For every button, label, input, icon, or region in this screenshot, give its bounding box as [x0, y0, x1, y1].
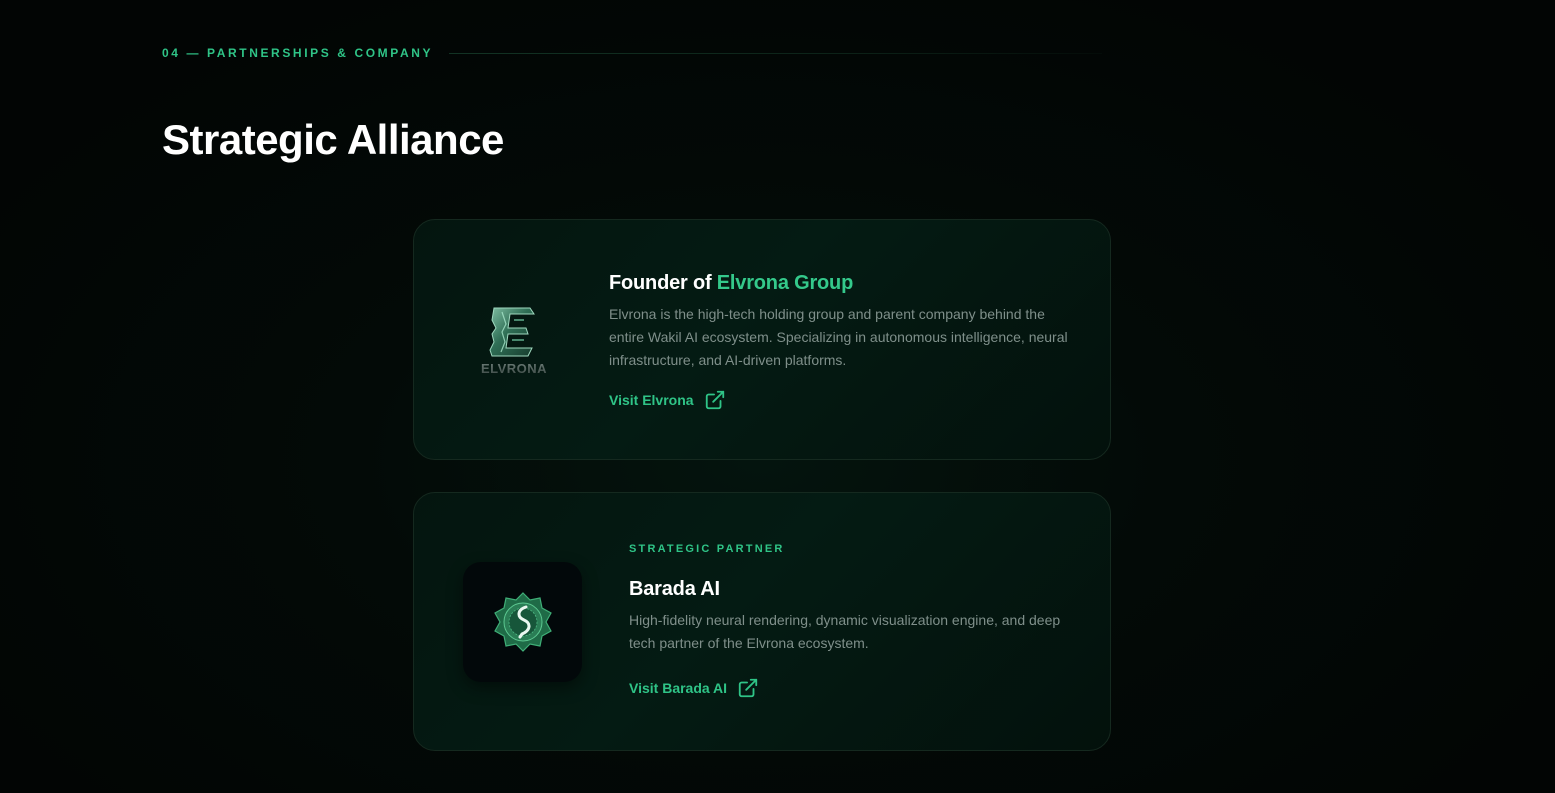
founder-title-prefix: Founder of	[609, 272, 717, 294]
elvrona-logo-wordmark: ELVRONA	[481, 361, 547, 376]
partner-eyebrow: STRATEGIC PARTNER	[629, 543, 785, 555]
section-divider	[449, 52, 1102, 54]
barada-logo	[493, 592, 552, 652]
partner-card-description: High-fidelity neural rendering, dynamic …	[629, 612, 1061, 651]
visit-elvrona-link[interactable]: Visit Elvrona	[609, 389, 726, 411]
founder-card-body: Founder of Elvrona Group Elvrona is the …	[609, 270, 1079, 411]
barada-logo-tile	[463, 562, 582, 682]
partner-card: STRATEGIC PARTNER Barada AI High-fidelit…	[413, 492, 1111, 751]
founder-card-description: Elvrona is the high-tech holding group a…	[609, 306, 1068, 368]
external-link-icon	[705, 390, 724, 410]
founder-card: ELVRONA Founder of Elvrona Group Elvrona…	[413, 219, 1111, 460]
visit-barada-link[interactable]: Visit Barada AI	[629, 677, 759, 699]
visit-barada-label: Visit Barada AI	[629, 680, 728, 696]
elvrona-logo: ELVRONA	[481, 307, 547, 376]
section-eyebrow: 04 — PARTNERSHIPS & COMPANY	[162, 46, 1102, 60]
section-eyebrow-label: 04 — PARTNERSHIPS & COMPANY	[162, 46, 434, 60]
visit-elvrona-label: Visit Elvrona	[609, 392, 694, 408]
founder-title-accent: Elvrona Group	[716, 272, 854, 294]
external-link-icon	[738, 678, 758, 698]
partner-card-body: STRATEGIC PARTNER Barada AI High-fidelit…	[629, 543, 1079, 699]
partner-card-title: Barada AI	[629, 578, 720, 600]
founder-card-title: Founder of Elvrona Group	[609, 270, 1079, 296]
section-title: Strategic Alliance	[162, 116, 504, 163]
